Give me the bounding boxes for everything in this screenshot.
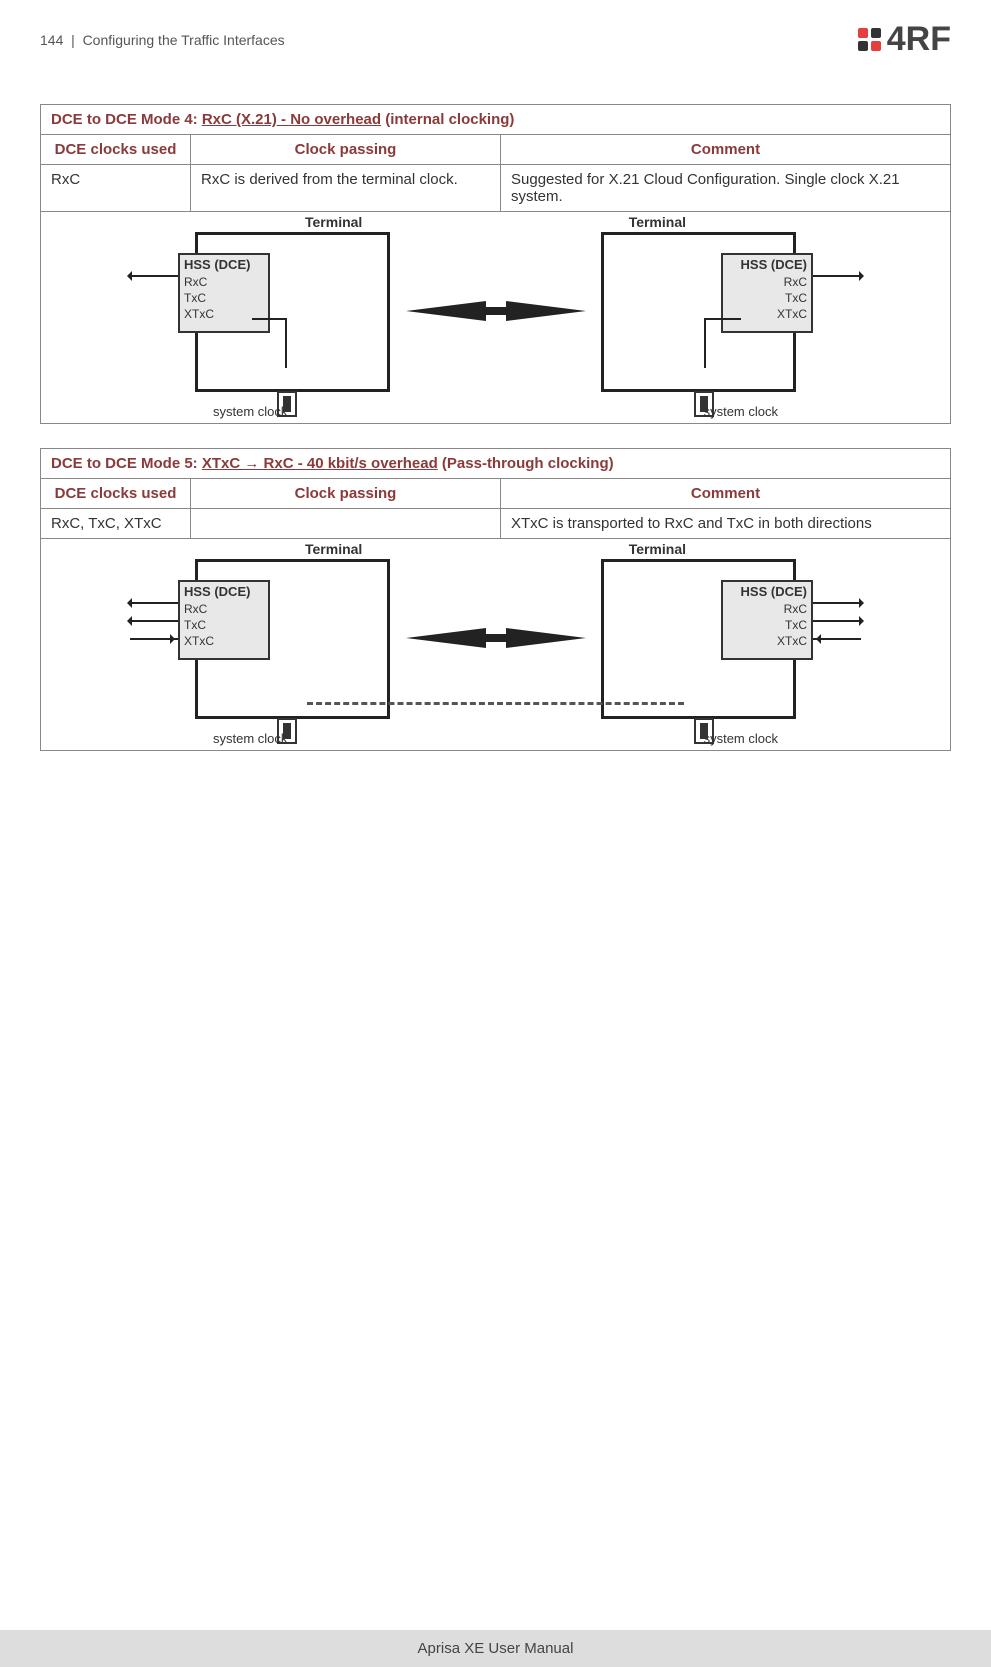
footer-manual-title: Aprisa XE User Manual xyxy=(418,1640,574,1657)
terminal-label-right5: Terminal xyxy=(629,541,686,557)
arrow-icon xyxy=(813,275,861,277)
mode4-col3-header: Comment xyxy=(501,135,951,165)
terminal-box-left5: HSS (DCE) RxC TxC XTxC xyxy=(195,559,390,719)
txc-label5r: TxC xyxy=(785,617,807,633)
mode4-table: DCE to DCE Mode 4: RxC (X.21) - No overh… xyxy=(40,104,951,424)
hss-block-left: HSS (DCE) RxC TxC XTxC xyxy=(178,253,270,333)
mode5-col3-header: Comment xyxy=(501,479,951,509)
footer-bar: Aprisa XE User Manual xyxy=(0,1630,991,1667)
mode5-title-suffix: (Pass-through clocking) xyxy=(438,455,614,472)
hss-title-left5: HSS (DCE) xyxy=(184,584,264,599)
mode4-r1c3: Suggested for X.21 Cloud Configuration. … xyxy=(501,165,951,212)
sysclk-text5: system clock xyxy=(213,731,287,746)
hss-block-right5: HSS (DCE) RxC TxC XTxC xyxy=(721,580,813,660)
xtxc-label5r: XTxC xyxy=(777,633,807,649)
dashed-link-line xyxy=(307,702,684,705)
mode4-title-cell: DCE to DCE Mode 4: RxC (X.21) - No overh… xyxy=(41,105,951,135)
mode5-col1-header: DCE clocks used xyxy=(41,479,191,509)
sysclk-text5r: system clock xyxy=(704,731,778,746)
mode4-title-prefix: DCE to DCE Mode 4: xyxy=(51,111,202,128)
mode4-col2-header: Clock passing xyxy=(191,135,501,165)
radio-link-arrow-icon xyxy=(406,298,586,324)
mode5-diagram-cell: Terminal Terminal HSS (DCE) RxC TxC XTxC xyxy=(41,539,951,751)
hss-title-right5: HSS (DCE) xyxy=(727,584,807,599)
system-clock-label-right5: system clock xyxy=(704,731,778,746)
hss-block-right: HSS (DCE) RxC TxC XTxC xyxy=(721,253,813,333)
hss-block-left5: HSS (DCE) RxC TxC XTxC xyxy=(178,580,270,660)
arrow-icon xyxy=(813,620,861,622)
txc-label: TxC xyxy=(184,290,206,306)
terminal-box-right5: HSS (DCE) RxC TxC XTxC xyxy=(601,559,796,719)
header-sep: | xyxy=(71,32,75,48)
arrow-icon xyxy=(130,275,178,277)
arrow-icon xyxy=(130,620,178,622)
mode5-title-underline: XTxC → RxC - 40 kbit/s overhead xyxy=(202,455,438,472)
mode4-diagram: Terminal Terminal HSS (DCE) RxC TxC XTxC… xyxy=(45,220,946,415)
mode4-r1c2: RxC is derived from the terminal clock. xyxy=(191,165,501,212)
logo-dots-icon xyxy=(858,28,881,51)
mode5-r1c1: RxC, TxC, XTxC xyxy=(41,509,191,539)
rxc-label: RxC xyxy=(184,274,207,290)
mode5-r1c3: XTxC is transported to RxC and TxC in bo… xyxy=(501,509,951,539)
brand-logo: 4RF xyxy=(858,20,951,59)
mode5-title-prefix: DCE to DCE Mode 5: xyxy=(51,455,202,472)
section-title: Configuring the Traffic Interfaces xyxy=(83,32,285,48)
mode5-title-cell: DCE to DCE Mode 5: XTxC → RxC - 40 kbit/… xyxy=(41,449,951,479)
mode5-col2-header: Clock passing xyxy=(191,479,501,509)
txc-label5: TxC xyxy=(184,617,206,633)
hss-title-right: HSS (DCE) xyxy=(727,257,807,272)
rxc-label5r: RxC xyxy=(784,601,807,617)
txc-label-r: TxC xyxy=(785,290,807,306)
terminal-box-right: HSS (DCE) RxC TxC XTxC xyxy=(601,232,796,392)
page-header: 144 | Configuring the Traffic Interfaces… xyxy=(40,20,951,59)
radio-link-arrow-icon xyxy=(406,625,586,651)
mode5-r1c2 xyxy=(191,509,501,539)
clock-wire-left xyxy=(285,318,287,368)
mode4-title-underline: RxC (X.21) - No overhead xyxy=(202,111,381,128)
arrow-icon xyxy=(130,638,178,640)
mode4-diagram-cell: Terminal Terminal HSS (DCE) RxC TxC XTxC… xyxy=(41,212,951,424)
mode4-col1-header: DCE clocks used xyxy=(41,135,191,165)
clock-wire-right xyxy=(704,318,706,368)
terminal-label-right: Terminal xyxy=(629,214,686,230)
terminal-label-left: Terminal xyxy=(305,214,362,230)
xtxc-label5: XTxC xyxy=(184,633,214,649)
mode5-table: DCE to DCE Mode 5: XTxC → RxC - 40 kbit/… xyxy=(40,448,951,751)
sysclk-text-r: system clock xyxy=(704,404,778,419)
logo-text: 4RF xyxy=(887,20,951,59)
xtxc-label-r: XTxC xyxy=(777,306,807,322)
mode4-title-suffix: (internal clocking) xyxy=(381,111,514,128)
system-clock-label-left: system clock xyxy=(213,404,287,419)
sysclk-text: system clock xyxy=(213,404,287,419)
mode4-r1c1: RxC xyxy=(41,165,191,212)
mode5-diagram: Terminal Terminal HSS (DCE) RxC TxC XTxC xyxy=(45,547,946,742)
header-left-text: 144 | Configuring the Traffic Interfaces xyxy=(40,32,285,48)
system-clock-label-right: system clock xyxy=(704,404,778,419)
rxc-label-r: RxC xyxy=(784,274,807,290)
hss-title-left: HSS (DCE) xyxy=(184,257,264,272)
arrow-icon xyxy=(813,638,861,640)
terminal-label-left5: Terminal xyxy=(305,541,362,557)
arrow-icon xyxy=(813,602,861,604)
system-clock-label-left5: system clock xyxy=(213,731,287,746)
terminal-box-left: HSS (DCE) RxC TxC XTxC xyxy=(195,232,390,392)
page-number: 144 xyxy=(40,32,63,48)
arrow-icon xyxy=(130,602,178,604)
xtxc-label: XTxC xyxy=(184,306,214,322)
rxc-label5: RxC xyxy=(184,601,207,617)
